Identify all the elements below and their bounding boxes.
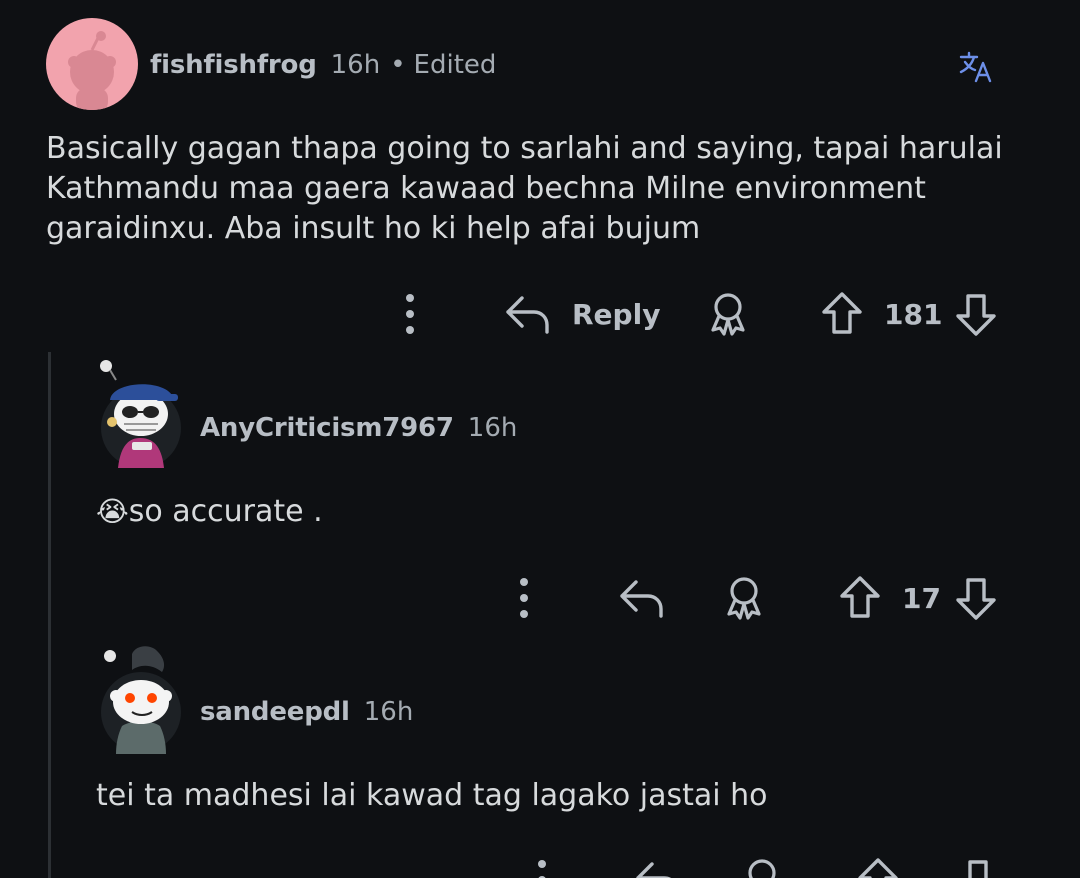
translate-icon[interactable] — [958, 50, 994, 92]
award-icon[interactable] — [704, 290, 752, 338]
award-icon[interactable] — [720, 574, 768, 622]
comment-text: so accurate . — [128, 494, 323, 529]
comment-actions: 17 — [0, 574, 1080, 624]
comment-body: 😭so accurate . — [96, 492, 323, 532]
comment-body: tei ta madhesi lai kawad tag lagako jast… — [96, 776, 768, 816]
comment-meta: fishfishfrog 16h • Edited — [150, 50, 496, 80]
comment-thread: fishfishfrog 16h • Edited Basically gagan… — [0, 0, 1080, 878]
edited-text: Edited — [413, 50, 497, 80]
reply-button[interactable]: Reply — [572, 298, 660, 331]
reply-icon[interactable] — [634, 858, 682, 878]
timestamp: 16h — [363, 697, 414, 727]
vote-score: 181 — [884, 298, 943, 331]
avatar[interactable] — [96, 640, 186, 760]
comment-actions: Reply 181 — [0, 290, 1080, 340]
timestamp: 16h — [330, 50, 381, 80]
comment-body-line: Kathmandu maa gaera kawaad bechna Milne … — [46, 171, 926, 206]
avatar[interactable] — [96, 356, 186, 476]
edited-label: • Edited — [390, 50, 497, 80]
downvote-icon[interactable] — [956, 858, 1000, 878]
crying-emoji: 😭 — [96, 495, 129, 528]
comment-text: tei ta madhesi lai kawad tag lagako jast… — [96, 778, 768, 813]
comment-meta: AnyCriticism7967 16h — [200, 413, 517, 443]
comment-body-line: Basically gagan thapa going to sarlahi a… — [46, 131, 1003, 166]
more-options-icon[interactable] — [512, 576, 536, 620]
more-options-icon[interactable] — [398, 292, 422, 336]
comment-actions — [0, 856, 1080, 878]
username[interactable]: AnyCriticism7967 — [200, 413, 454, 443]
avatar[interactable] — [46, 18, 138, 110]
vote-score: 17 — [902, 582, 941, 615]
reply-icon[interactable] — [618, 576, 666, 620]
downvote-icon[interactable] — [954, 576, 998, 622]
downvote-icon[interactable] — [954, 292, 998, 338]
upvote-icon[interactable] — [820, 290, 864, 336]
comment-meta: sandeepdl 16h — [200, 697, 413, 727]
comment-body: Basically gagan thapa going to sarlahi a… — [46, 129, 1003, 249]
username[interactable]: sandeepdl — [200, 697, 350, 727]
award-icon[interactable] — [738, 856, 786, 878]
upvote-icon[interactable] — [856, 856, 900, 878]
reply-icon[interactable] — [504, 292, 552, 336]
username[interactable]: fishfishfrog — [150, 50, 317, 80]
timestamp: 16h — [467, 413, 518, 443]
more-options-icon[interactable] — [530, 858, 554, 878]
upvote-icon[interactable] — [838, 574, 882, 620]
comment-body-line: garaidinxu. Aba insult ho ki help afai b… — [46, 211, 701, 246]
